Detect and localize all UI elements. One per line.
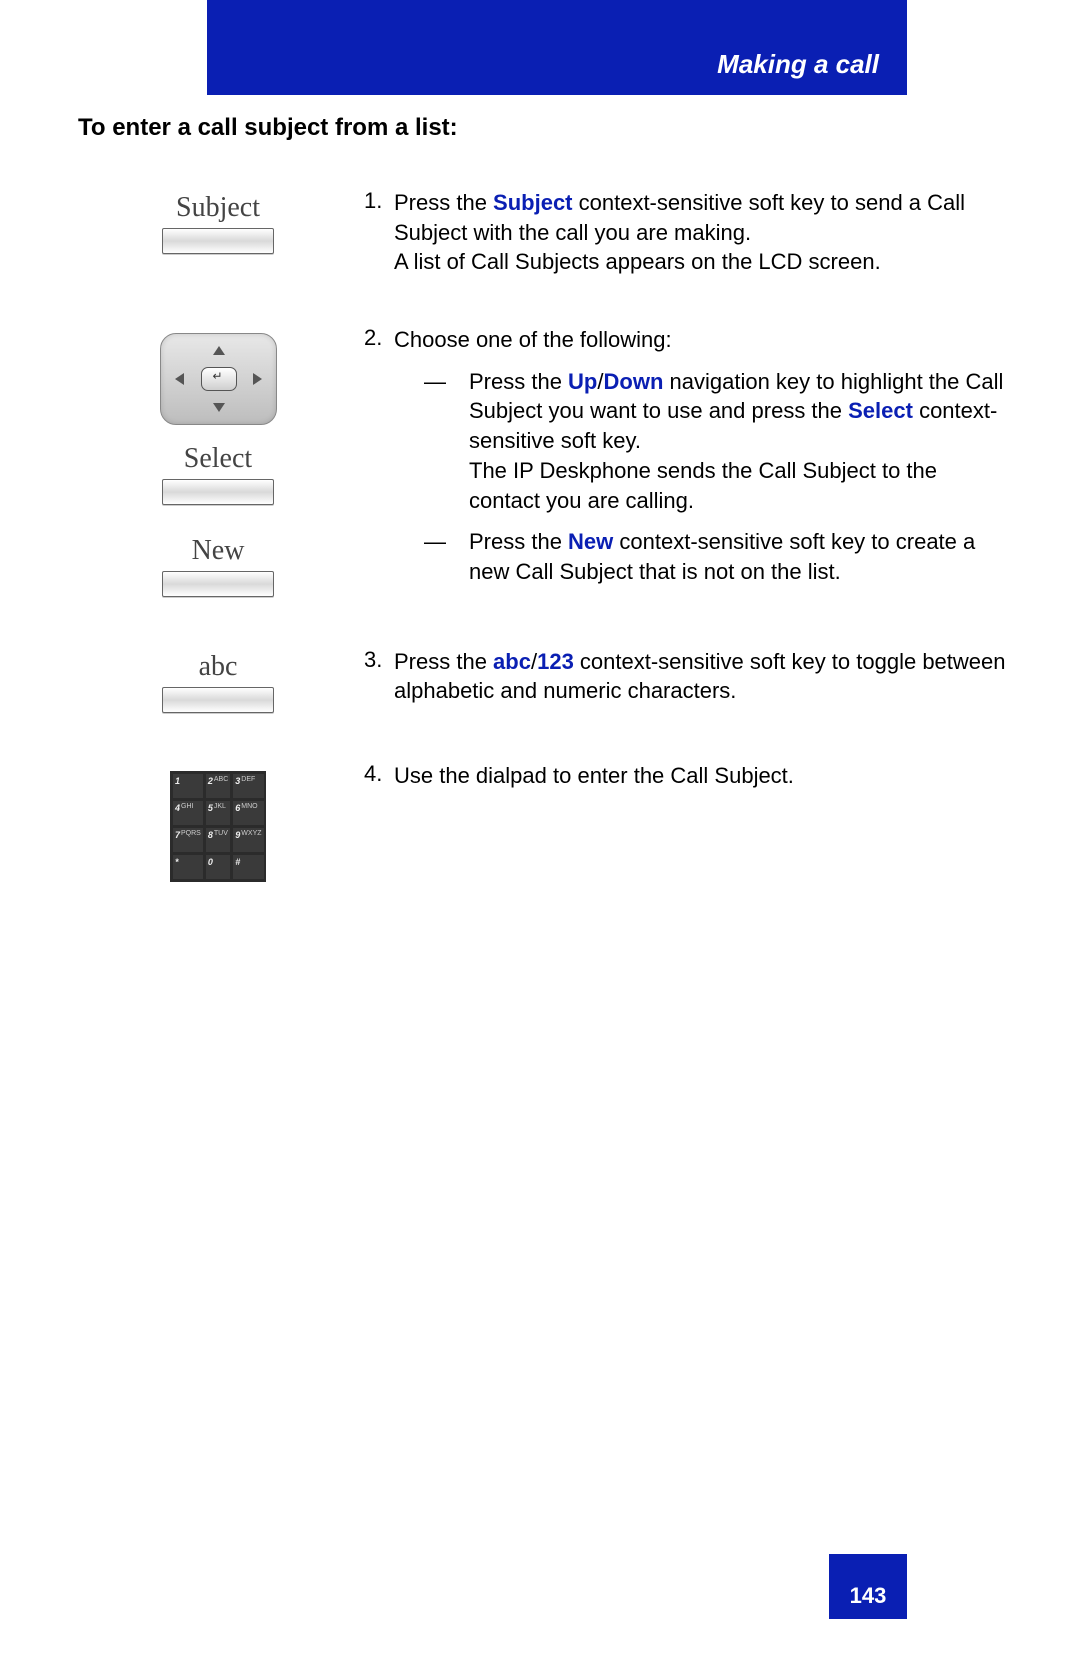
step-4-text: Use the dialpad to enter the Call Subjec… [394, 761, 1008, 791]
step-3-graphic: abc [78, 647, 358, 713]
option-text: Press the New context-sensitive soft key… [469, 527, 1008, 586]
step-1: 1. Press the Subject context-sensitive s… [364, 188, 1008, 277]
step-2-text: Choose one of the following: — Press the… [394, 325, 1008, 599]
page-header: Making a call [207, 0, 907, 95]
page-number: 143 [829, 1554, 907, 1619]
step-4: 4. Use the dialpad to enter the Call Sub… [364, 761, 1008, 791]
step-3-number: 3. [364, 647, 394, 706]
nav-right-icon [253, 373, 262, 385]
text: A list of Call Subjects appears on the L… [394, 249, 881, 274]
dial-key: 7PQRS [173, 828, 203, 852]
dial-key: 8TUV [206, 828, 230, 852]
dial-key: 0 [206, 855, 230, 879]
step-2-number: 2. [364, 325, 394, 599]
nav-up-icon [213, 346, 225, 355]
softkey-label-select: Select [184, 443, 252, 475]
nav-down-icon [213, 403, 225, 412]
step-2-row: Select New 2. Choose one of the followin… [78, 325, 1008, 599]
keyword-abc: abc [493, 649, 531, 674]
step-1-text: Press the Subject context-sensitive soft… [394, 188, 1008, 277]
nav-enter-icon [201, 367, 237, 391]
softkey-label-new: New [192, 535, 245, 567]
dial-key: 3DEF [233, 774, 263, 798]
dial-key: 6MNO [233, 801, 263, 825]
softkey-button-icon [162, 687, 274, 713]
step-2-graphic: Select New [78, 325, 358, 599]
step-3: 3. Press the abc/123 context-sensitive s… [364, 647, 1008, 706]
dial-key: 2ABC [206, 774, 230, 798]
keyword-subject: Subject [493, 190, 572, 215]
softkey-button-icon [162, 228, 274, 254]
step-2: 2. Choose one of the following: — Press … [364, 325, 1008, 599]
section-title: To enter a call subject from a list: [78, 114, 458, 142]
step-1-graphic: Subject [78, 188, 358, 277]
step-4-graphic: 1 2ABC 3DEF 4GHI 5JKL 6MNO 7PQRS 8TUV 9W… [78, 761, 358, 882]
step-1-row: Subject 1. Press the Subject context-sen… [78, 188, 1008, 277]
softkey-label-subject: Subject [176, 192, 260, 224]
nav-left-icon [175, 373, 184, 385]
keyword-down: Down [604, 369, 664, 394]
dial-key: # [233, 855, 263, 879]
text: Use the dialpad to enter the Call Subjec… [394, 763, 794, 788]
dial-key: 9WXYZ [233, 828, 263, 852]
text: Choose one of the following: [394, 327, 672, 352]
option-text: Press the Up/Down navigation key to high… [469, 367, 1008, 515]
softkey-button-icon [162, 571, 274, 597]
step-4-row: 1 2ABC 3DEF 4GHI 5JKL 6MNO 7PQRS 8TUV 9W… [78, 761, 1008, 882]
dialpad-icon: 1 2ABC 3DEF 4GHI 5JKL 6MNO 7PQRS 8TUV 9W… [170, 771, 266, 882]
dial-key: * [173, 855, 203, 879]
text: The IP Deskphone sends the Call Subject … [469, 458, 937, 513]
step-3-text: Press the abc/123 context-sensitive soft… [394, 647, 1008, 706]
softkey-button-icon [162, 479, 274, 505]
keyword-123: 123 [537, 649, 574, 674]
step-4-number: 4. [364, 761, 394, 791]
step-1-number: 1. [364, 188, 394, 277]
keyword-up: Up [568, 369, 597, 394]
keyword-new: New [568, 529, 613, 554]
dash: — [424, 527, 469, 586]
navigation-pad-icon [160, 333, 277, 425]
step-3-row: abc 3. Press the abc/123 context-sensiti… [78, 647, 1008, 713]
softkey-label-abc: abc [199, 651, 238, 683]
content-area: Subject 1. Press the Subject context-sen… [78, 188, 1008, 930]
header-title: Making a call [717, 49, 879, 80]
step-2-option-2: — Press the New context-sensitive soft k… [424, 527, 1008, 586]
dial-key: 4GHI [173, 801, 203, 825]
text: Press the [469, 529, 568, 554]
text: Press the [469, 369, 568, 394]
dash: — [424, 367, 469, 515]
text: Press the [394, 649, 493, 674]
step-2-option-1: — Press the Up/Down navigation key to hi… [424, 367, 1008, 515]
dial-key: 5JKL [206, 801, 230, 825]
keyword-select: Select [848, 398, 913, 423]
text: Press the [394, 190, 493, 215]
dial-key: 1 [173, 774, 203, 798]
